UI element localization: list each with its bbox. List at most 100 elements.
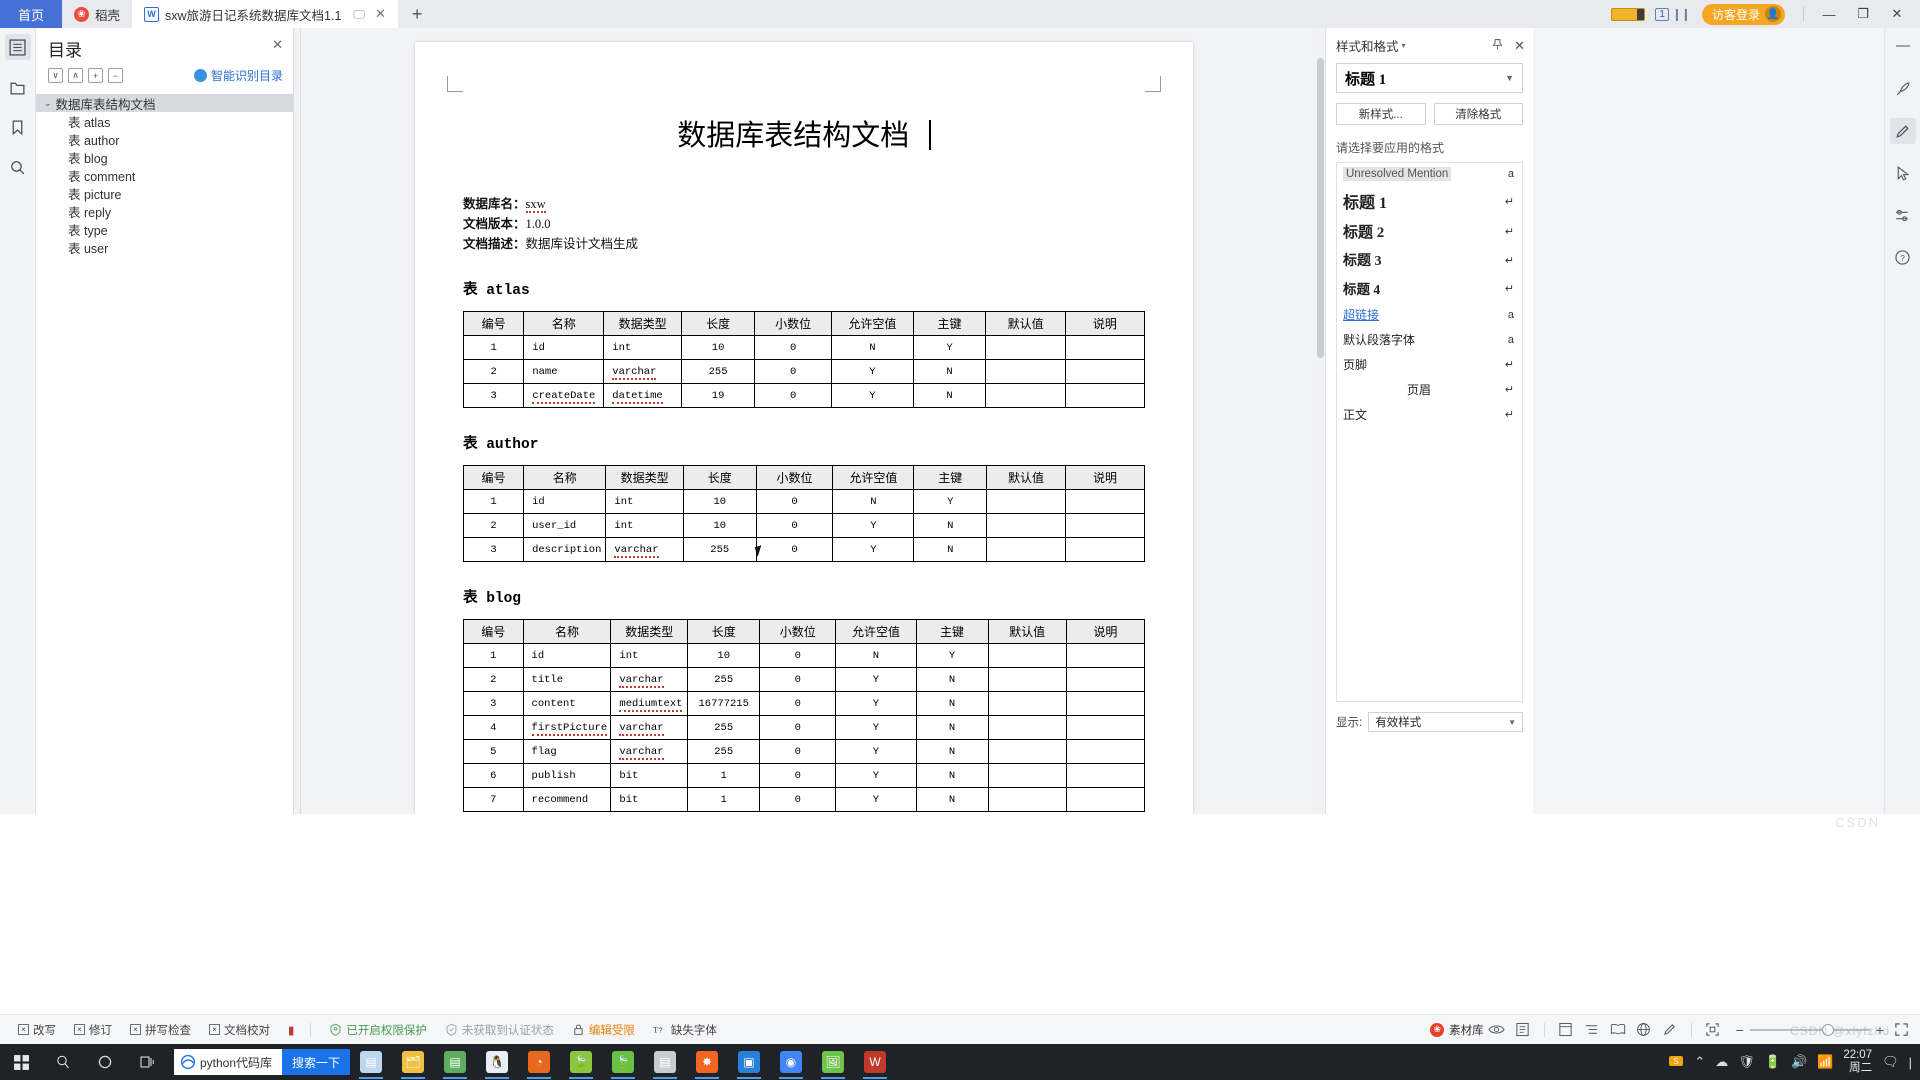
permission-protection-status[interactable]: 已开启权限保护 (329, 1022, 427, 1038)
window-close-button[interactable]: ✕ (1880, 0, 1914, 28)
new-tab-button[interactable]: + (398, 0, 437, 28)
outline-item[interactable]: 表 user (36, 238, 293, 256)
style-list-item[interactable]: 默认段落字体 a (1337, 327, 1522, 352)
document-scrollbar[interactable] (1316, 28, 1325, 814)
close-panel-icon[interactable]: ✕ (1514, 38, 1525, 54)
zoom-out-button[interactable]: − (1736, 1022, 1744, 1038)
outline-item[interactable]: 表 type (36, 220, 293, 238)
battery-icon[interactable]: 🔋 (1765, 1054, 1781, 1070)
outline-collapse-all-button[interactable]: − (108, 68, 123, 83)
video-app[interactable]: ▣ (728, 1044, 770, 1080)
status-toggle-item[interactable]: × 修订 (74, 1022, 112, 1038)
help-icon[interactable]: ? (1890, 244, 1916, 270)
style-list-item[interactable]: 超链接 a (1337, 302, 1522, 327)
outline-expand-down-button[interactable]: ∨ (48, 68, 63, 83)
settings-app[interactable]: ✸ (686, 1044, 728, 1080)
leaf-app[interactable]: 🍃 (602, 1044, 644, 1080)
photos-app[interactable]: 🖼 (812, 1044, 854, 1080)
styles-show-select[interactable]: 有效样式 ▼ (1368, 712, 1523, 732)
wps-note[interactable]: ▤ (434, 1044, 476, 1080)
outline-collapse-up-button[interactable]: ∧ (68, 68, 83, 83)
style-list-item[interactable]: 标题 4 ↵ (1337, 274, 1522, 302)
chevron-up-icon[interactable]: ⌃ (1694, 1054, 1705, 1070)
window-restore-button[interactable]: ❐ (1846, 0, 1880, 28)
style-list-item[interactable]: 标题 1 ↵ (1337, 185, 1522, 217)
clear-format-button[interactable]: 清除格式 (1433, 103, 1523, 125)
style-list-item[interactable]: 正文 ↵ (1337, 402, 1522, 427)
tab-docer[interactable]: ❀ 稻壳 (62, 0, 133, 28)
guest-login-button[interactable]: 访客登录 👤 (1701, 3, 1785, 25)
outline-item[interactable]: 表 blog (36, 148, 293, 166)
missing-font-status[interactable]: T ? 缺失字体 (653, 1022, 717, 1038)
outline-close-button[interactable]: ✕ (272, 37, 283, 53)
page-layout-view-icon[interactable] (1553, 1017, 1579, 1043)
select-cursor-icon[interactable] (1890, 160, 1916, 186)
style-list-item[interactable]: 页脚 ↵ (1337, 352, 1522, 377)
edge-search-box[interactable]: python代码库 搜索一下 (174, 1049, 351, 1075)
outline-item[interactable]: 表 author (36, 130, 293, 148)
firefox-app[interactable]: ◔ (518, 1044, 560, 1080)
status-toggle-item[interactable]: × 文档校对 (209, 1022, 270, 1038)
tab-home[interactable]: 首页 (0, 0, 62, 28)
outline-item[interactable]: 表 reply (36, 202, 293, 220)
pen-style-icon[interactable] (1889, 118, 1916, 144)
clock[interactable]: 22:07 周二 (1843, 1049, 1872, 1075)
document-page[interactable]: 数据库表结构文档 数据库名：sxw 文档版本：1.0.0 文档描述：数据库设计文档生… (415, 42, 1193, 814)
outline-view-icon[interactable] (1579, 1017, 1605, 1043)
search-icon[interactable] (5, 154, 31, 180)
reading-view-icon[interactable] (1605, 1017, 1631, 1043)
reader-app[interactable]: ▤ (644, 1044, 686, 1080)
schema-table[interactable]: 编号 名称 数据类型 长度 小数位 允许空值 主键 默认值 说明 1 id int 10 0 N Y 2 user… (462, 465, 1145, 562)
outline-item[interactable]: 表 comment (36, 166, 293, 184)
style-list-item[interactable]: 标题 3 ↵ (1337, 246, 1522, 274)
material-library-button[interactable]: ❀ 素材库 (1430, 1022, 1484, 1038)
file-explorer[interactable]: 🗂 (392, 1044, 434, 1080)
outline-item-root[interactable]: ⌄ 数据库表结构文档 (36, 94, 293, 112)
volume-icon[interactable]: 🔊 (1791, 1054, 1807, 1070)
smart-outline-button[interactable]: 智能识别目录 (193, 67, 283, 84)
eye-icon[interactable] (1484, 1017, 1510, 1043)
zoom-slider-knob[interactable] (1821, 1023, 1834, 1036)
tab-close-icon[interactable]: ✕ (375, 6, 386, 22)
show-desktop-button[interactable]: | (1909, 1055, 1912, 1070)
notes-app[interactable]: ▤ (350, 1044, 392, 1080)
style-list-item[interactable]: 页眉 ↵ (1337, 377, 1522, 402)
shield-tray-icon[interactable]: 🛡 (1738, 1054, 1755, 1070)
notification-icon[interactable]: 🗨 (1882, 1054, 1899, 1070)
auth-status[interactable]: 未获取到认证状态 (445, 1022, 554, 1038)
document-scrollbar-thumb[interactable] (1317, 58, 1324, 358)
rocket-icon[interactable] (1890, 76, 1916, 102)
zoom-control[interactable]: − + (1736, 1022, 1884, 1038)
folder-icon[interactable] (5, 74, 31, 100)
outline-icon[interactable] (4, 34, 31, 60)
page-thumbnail-icon[interactable] (1510, 1017, 1536, 1043)
task-view-button[interactable] (126, 1044, 168, 1080)
fit-page-icon[interactable] (1700, 1017, 1726, 1043)
qq-app[interactable]: 🐧 (476, 1044, 518, 1080)
window-minimize-button[interactable]: — (1812, 0, 1846, 28)
ime-icon[interactable]: S (1668, 1053, 1684, 1072)
cloud-icon[interactable]: ☁ (1715, 1054, 1728, 1070)
taskbar-search-button[interactable] (42, 1044, 84, 1080)
style-list-item[interactable]: 标题 2 ↵ (1337, 217, 1522, 246)
pin-icon[interactable] (1491, 38, 1504, 54)
schema-table[interactable]: 编号 名称 数据类型 长度 小数位 允许空值 主键 默认值 说明 1 id int 10 0 N Y 2 titl… (463, 619, 1146, 812)
outline-splitter[interactable] (294, 28, 301, 814)
tab-document[interactable]: W sxw旅游日记系统数据库文档1.1 🖵 ✕ (132, 0, 398, 28)
new-style-button[interactable]: 新样式... (1336, 103, 1426, 125)
tab-restore-icon[interactable]: 🖵 (353, 7, 365, 22)
panel-collapse-icon[interactable] (1890, 34, 1916, 60)
fullscreen-icon[interactable] (1888, 1017, 1914, 1043)
status-toggle-item[interactable]: × 改写 (18, 1022, 56, 1038)
outline-item[interactable]: 表 atlas (36, 112, 293, 130)
status-toggle-item[interactable]: × 拼写检查 (130, 1022, 191, 1038)
style-list-item[interactable]: Unresolved Mention a (1337, 163, 1522, 185)
document-canvas[interactable]: 数据库表结构文档 数据库名：sxw 文档版本：1.0.0 文档描述：数据库设计文档生… (301, 28, 1325, 814)
network-icon[interactable]: 📶 (1817, 1054, 1833, 1070)
styles-panel-title-group[interactable]: 样式和格式 ▾ (1336, 36, 1406, 55)
page-count-badge[interactable]: 1 (1655, 7, 1669, 21)
styles-list[interactable]: Unresolved Mention a 标题 1 ↵ 标题 2 ↵ 标题 3 ↵ 标题 4 ↵ 超… (1336, 162, 1523, 702)
current-style-select[interactable]: 标题 1 ▼ (1336, 63, 1523, 93)
settings-slider-icon[interactable] (1890, 202, 1916, 228)
outline-item[interactable]: 表 picture (36, 184, 293, 202)
